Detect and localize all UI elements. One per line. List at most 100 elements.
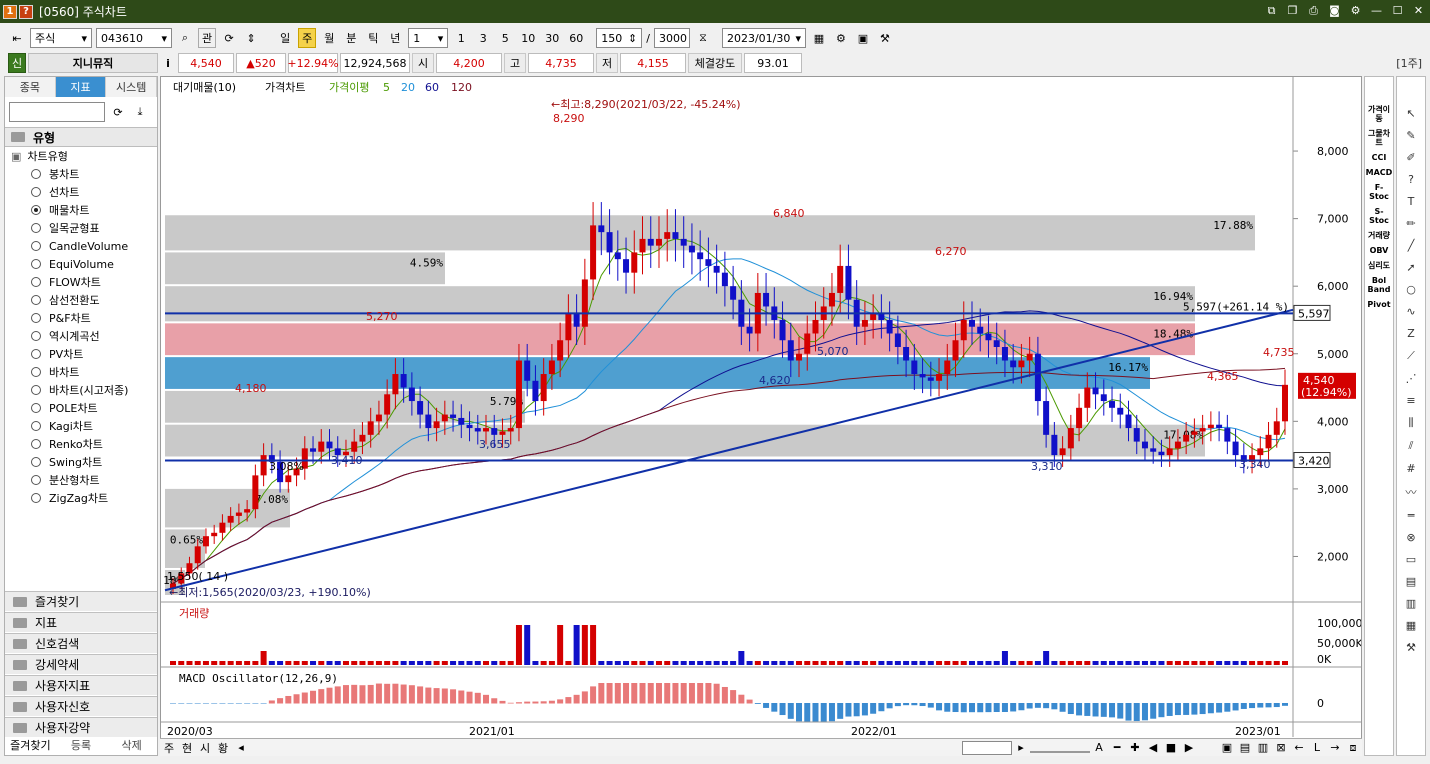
dmi-icon[interactable]: ▦ <box>1406 619 1416 632</box>
tool-icon[interactable]: ⚒ <box>876 28 894 48</box>
camera-icon[interactable]: ◙ <box>1327 3 1342 18</box>
indicator-button[interactable]: F-Stoc <box>1365 183 1393 201</box>
scroll-left-icon[interactable]: ◂ <box>232 738 250 758</box>
radio-icon[interactable] <box>31 169 41 179</box>
left-section-3[interactable]: 강세약세 <box>5 654 157 674</box>
chart-type-item[interactable]: P&F차트 <box>5 309 157 327</box>
channel-icon[interactable]: ⫽ <box>1409 439 1414 453</box>
arrow-icon[interactable]: ➚ <box>1406 261 1415 274</box>
scroll-thumb[interactable] <box>962 740 1012 755</box>
chart-type-item[interactable]: 삼선전환도 <box>5 291 157 309</box>
tab-stock[interactable]: 종목 <box>5 77 56 97</box>
indicator-button[interactable]: 가격이동 <box>1365 105 1393 123</box>
reset-icon[interactable]: ⧈ <box>1344 738 1362 758</box>
scroll-right-icon[interactable]: ▸ <box>1012 738 1030 758</box>
quick-5[interactable]: 5 <box>496 28 514 48</box>
indicator-search-input[interactable] <box>9 102 105 122</box>
radio-icon[interactable] <box>31 457 41 467</box>
quick-3[interactable]: 3 <box>474 28 492 48</box>
total-input[interactable]: 3000 <box>653 28 690 48</box>
chart-type-item[interactable]: 역시계곡선 <box>5 327 157 345</box>
print-icon[interactable]: ⎙ <box>1306 3 1321 18</box>
link-icon[interactable]: ⧉ <box>1264 3 1279 18</box>
spin-icon[interactable]: ⇕ <box>242 28 260 48</box>
line-icon[interactable]: ╱ <box>1408 239 1415 252</box>
hline-icon[interactable]: ═ <box>1408 509 1415 522</box>
delete-button[interactable]: 삭제 <box>106 735 157 755</box>
left-section-5[interactable]: 사용자신호 <box>5 696 157 716</box>
play-icon[interactable]: ▶ <box>1180 738 1198 758</box>
chart-type-item[interactable]: 바차트 <box>5 363 157 381</box>
refresh-icon[interactable]: ⟳ <box>109 102 127 122</box>
period-month[interactable]: 월 <box>320 28 338 48</box>
back-icon[interactable]: ← <box>1290 738 1308 758</box>
bottom-tab-time[interactable]: 시 <box>196 738 214 758</box>
copy-icon[interactable]: ❐ <box>1285 3 1300 18</box>
circle-icon[interactable]: ○ <box>1406 283 1416 296</box>
register-button[interactable]: 등록 <box>56 735 107 755</box>
quick-1[interactable]: 1 <box>452 28 470 48</box>
radio-icon[interactable] <box>31 385 41 395</box>
chart-type-item[interactable]: FLOW차트 <box>5 273 157 291</box>
radio-icon[interactable] <box>31 277 41 287</box>
wrench-icon[interactable]: ⚒ <box>1406 641 1416 654</box>
chart-type-item[interactable]: EquiVolume <box>5 255 157 273</box>
forward-icon[interactable]: → <box>1326 738 1344 758</box>
font-icon[interactable]: A <box>1090 738 1108 758</box>
chart-type-root[interactable]: ▣ 차트유형 <box>5 147 157 165</box>
refresh-icon[interactable]: ⟳ <box>220 28 238 48</box>
settings-icon[interactable]: ⚙ <box>832 28 850 48</box>
radio-icon[interactable] <box>31 349 41 359</box>
excel-icon[interactable]: ▣ <box>1218 738 1236 758</box>
chart-type-item[interactable]: PV차트 <box>5 345 157 363</box>
close-icon[interactable]: ✕ <box>1411 3 1426 18</box>
radio-icon[interactable] <box>31 439 41 449</box>
quick-60[interactable]: 60 <box>566 28 586 48</box>
radio-icon[interactable] <box>31 295 41 305</box>
search-icon[interactable]: ⌕ <box>176 28 194 48</box>
radio-icon[interactable] <box>31 331 41 341</box>
prev-icon[interactable]: ◀ <box>1144 738 1162 758</box>
indicator-button[interactable]: MACD <box>1366 168 1393 177</box>
indicator-button[interactable]: CCI <box>1372 153 1387 162</box>
minimize-icon[interactable]: — <box>1369 3 1384 18</box>
chart-type-item[interactable]: Renko차트 <box>5 435 157 453</box>
cross-icon[interactable]: ⊠ <box>1272 738 1290 758</box>
left-section-2[interactable]: 신호검색 <box>5 633 157 653</box>
chart-type-item[interactable]: 매물차트 <box>5 201 157 219</box>
window-icon[interactable]: ▭ <box>1406 553 1416 566</box>
brush-icon[interactable]: ✏ <box>1406 217 1415 230</box>
text-icon[interactable]: T <box>1408 195 1415 208</box>
chart-type-item[interactable]: 분산형차트 <box>5 471 157 489</box>
code-input[interactable]: 043610 ▾ <box>96 28 172 48</box>
period-year[interactable]: 년 <box>386 28 404 48</box>
chart-type-item[interactable]: CandleVolume <box>5 237 157 255</box>
radio-icon[interactable] <box>31 223 41 233</box>
period-tick[interactable]: 틱 <box>364 28 382 48</box>
chart-type-item[interactable]: Kagi차트 <box>5 417 157 435</box>
count-stepper[interactable]: 150 ⇕ <box>596 28 643 48</box>
info-icon[interactable]: i <box>160 53 176 73</box>
radio-icon[interactable] <box>31 259 41 269</box>
first-icon[interactable]: ⇤ <box>8 28 26 48</box>
indicator-button[interactable]: 거래량 <box>1368 231 1390 240</box>
radio-icon[interactable] <box>31 475 41 485</box>
help-icon[interactable]: ? <box>1408 173 1414 186</box>
chart-type-item[interactable]: 봉차트 <box>5 165 157 183</box>
cycle-icon[interactable]: ⫼ <box>1408 416 1413 430</box>
zoom-out-icon[interactable]: ━ <box>1108 738 1126 758</box>
page-icon[interactable]: ▤ <box>1406 575 1416 588</box>
chart-area[interactable]: 0.18%0.65%7.08%17.08%5.79%16.17%18.48%16… <box>150 76 1370 756</box>
download-icon[interactable]: ⤓ <box>131 102 149 122</box>
tab-indicator[interactable]: 지표 <box>55 77 107 97</box>
indicator-button[interactable]: S-Stoc <box>1365 207 1393 225</box>
chart-svg[interactable]: 0.18%0.65%7.08%17.08%5.79%16.17%18.48%16… <box>150 77 1370 738</box>
indicator-button[interactable]: 그물차트 <box>1365 129 1393 147</box>
trend-icon[interactable]: 〰 <box>1406 484 1417 500</box>
fibo-icon[interactable]: ≡ <box>1406 394 1415 407</box>
gear-icon[interactable]: ⚙ <box>1348 3 1363 18</box>
chart-type-item[interactable]: Swing차트 <box>5 453 157 471</box>
wave-icon[interactable]: ∿ <box>1406 305 1415 318</box>
bottom-tab-week[interactable]: 주 <box>160 738 178 758</box>
market-select[interactable]: 주식 ▾ <box>30 28 92 48</box>
